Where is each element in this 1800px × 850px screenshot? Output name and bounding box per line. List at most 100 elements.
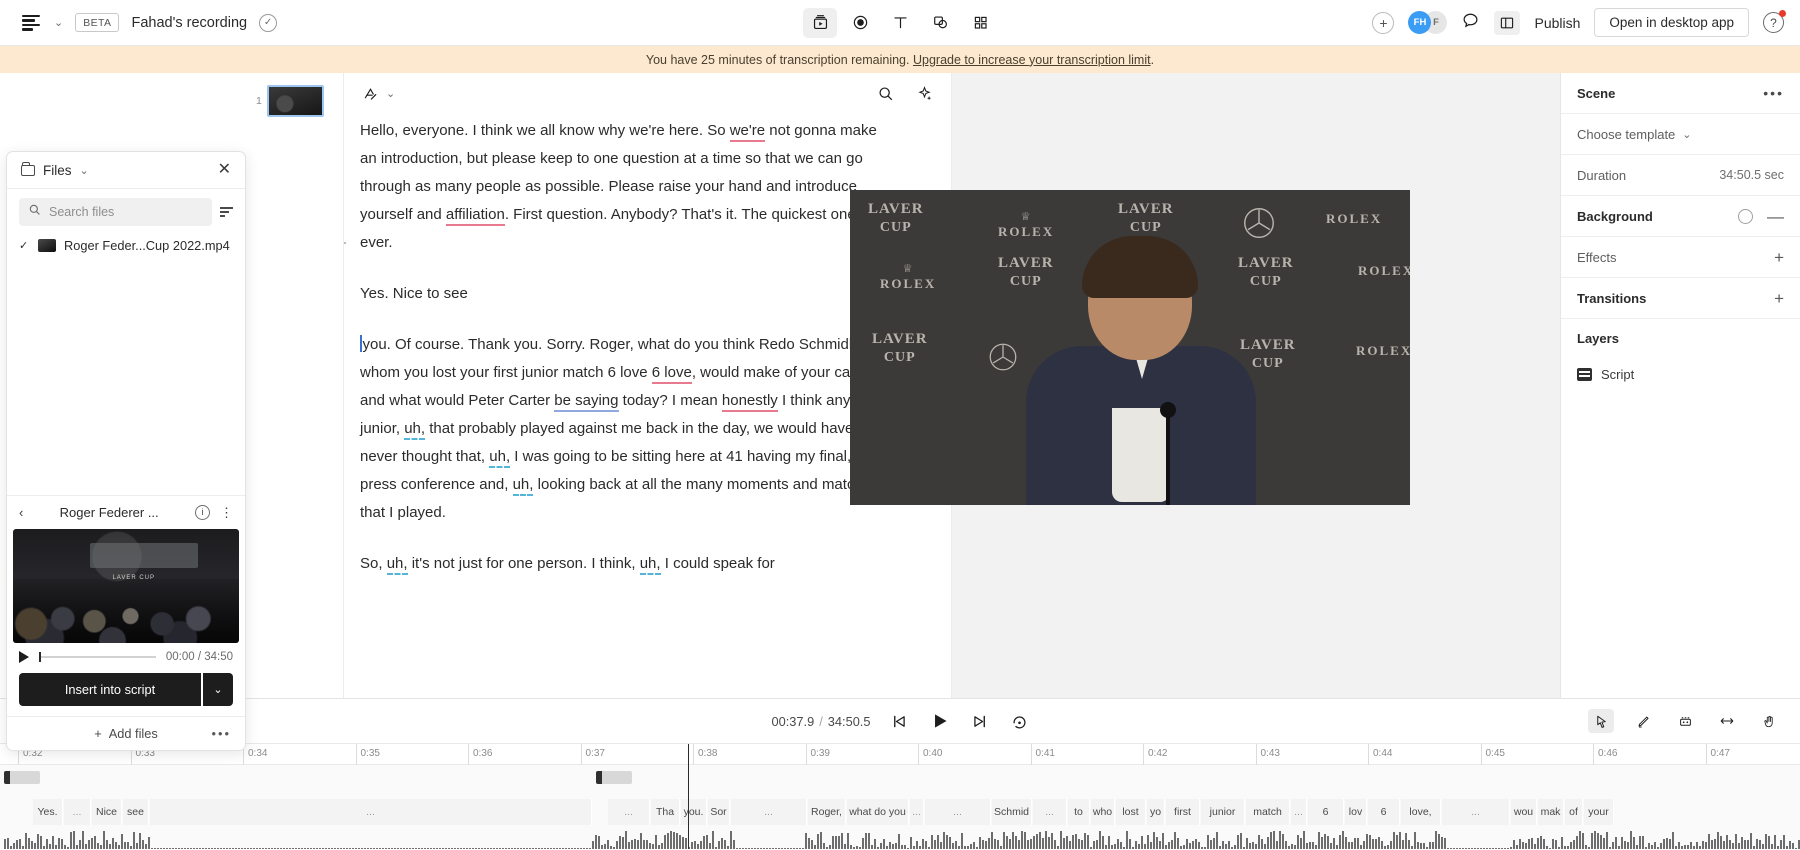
transcript-paragraph[interactable]: you. Of course. Thank you. Sorry. Roger,… (360, 331, 891, 527)
insert-into-script-button[interactable]: Insert into script (19, 673, 201, 706)
skip-back-icon[interactable] (890, 713, 907, 730)
word-chip[interactable]: lov (1345, 799, 1367, 825)
word-chip[interactable]: see (123, 799, 149, 825)
playhead[interactable] (688, 765, 689, 849)
transcript-text[interactable]: it's not just for one person. I think, (408, 555, 640, 572)
word-chip[interactable]: to (1068, 799, 1090, 825)
word-chip[interactable]: Yes. (33, 799, 63, 825)
word-chip[interactable]: Sor (708, 799, 730, 825)
transcript-text[interactable]: I was going to be sitting here at 41 hav… (510, 448, 855, 465)
word-chip[interactable]: ... (1442, 799, 1510, 825)
word-chip[interactable]: what do you (847, 799, 909, 825)
main-menu-icon[interactable] (22, 14, 42, 31)
word-chip[interactable]: wou (1511, 799, 1537, 825)
back-icon[interactable]: ‹ (19, 505, 23, 520)
marker-tool-icon[interactable] (1672, 709, 1698, 733)
cut-tool-icon[interactable] (1630, 709, 1656, 733)
transcript-paragraph[interactable]: ♪+ Hello, everyone. I think we all know w… (344, 117, 891, 257)
chevron-down-icon[interactable]: ⌄ (80, 164, 89, 177)
word-chip[interactable]: of (1565, 799, 1583, 825)
upgrade-link[interactable]: Upgrade to increase your transcription l… (913, 53, 1151, 67)
transcript-text[interactable]: today? I mean (619, 392, 722, 409)
spelling-error-word[interactable]: affiliation (445, 206, 505, 226)
waveform-track[interactable] (0, 827, 1800, 849)
info-icon[interactable]: i (195, 505, 210, 520)
chevron-down-icon[interactable]: ⌄ (386, 87, 395, 100)
avatar-group[interactable]: FH F (1408, 11, 1448, 34)
word-chip[interactable]: Schmid (992, 799, 1032, 825)
background-remove-icon[interactable]: — (1767, 208, 1784, 225)
word-chip[interactable]: you. (681, 799, 707, 825)
word-chip[interactable]: love, (1401, 799, 1441, 825)
search-files-box[interactable] (19, 198, 212, 226)
word-chip[interactable]: ... (150, 799, 592, 825)
word-chip[interactable]: 6 (1368, 799, 1400, 825)
transcript-paragraph[interactable]: So, uh, it's not just for one person. I … (360, 550, 891, 578)
word-track[interactable]: Yes.... Nice see...... Tha you. Sor... Roger, w… (0, 799, 1800, 825)
close-icon[interactable]: ✕ (218, 162, 231, 178)
clip-chip[interactable] (4, 771, 40, 784)
files-more-icon[interactable]: ••• (212, 726, 231, 741)
insert-options-chevron-down-icon[interactable]: ⌄ (203, 673, 233, 706)
layer-item-script[interactable]: Script (1561, 357, 1800, 391)
word-chip[interactable]: Tha (651, 799, 680, 825)
transcript-text[interactable]: I could speak for (661, 555, 775, 572)
record-icon[interactable] (843, 8, 877, 38)
file-preview-thumbnail[interactable]: LAVER CUP (13, 529, 239, 643)
word-chip[interactable]: Nice (92, 799, 122, 825)
word-chip[interactable]: ... (1033, 799, 1067, 825)
choose-template-row[interactable]: Choose template ⌄ (1561, 114, 1800, 155)
shapes-icon[interactable] (923, 8, 957, 38)
transcript-text[interactable]: So, (360, 555, 387, 572)
timeline-ruler[interactable]: 0:32 0:33 0:34 0:35 0:36 0:37 0:38 0:39 0:40 0:41… (0, 743, 1800, 766)
word-chip[interactable]: Roger, (808, 799, 846, 825)
play-icon[interactable] (19, 651, 29, 663)
open-desktop-app-button[interactable]: Open in desktop app (1594, 8, 1749, 37)
filler-word[interactable]: uh, (512, 476, 534, 496)
word-chip[interactable]: ... (64, 799, 91, 825)
word-chip[interactable]: yo (1147, 799, 1165, 825)
file-list-item[interactable]: ✓ Roger Feder...Cup 2022.mp4 (7, 232, 245, 259)
comment-icon[interactable] (1461, 11, 1480, 35)
files-title-group[interactable]: Files ⌄ (21, 161, 89, 178)
clip-header-track[interactable] (0, 771, 1800, 785)
background-color-swatch[interactable] (1738, 208, 1753, 224)
word-chip[interactable]: mak (1538, 799, 1564, 825)
word-chip[interactable]: junior (1201, 799, 1245, 825)
text-style-icon[interactable] (362, 85, 379, 102)
scenes-icon[interactable] (803, 7, 837, 38)
chevron-down-icon[interactable]: ⌄ (1682, 128, 1691, 141)
skip-forward-icon[interactable] (971, 713, 988, 730)
word-chip[interactable]: ... (1291, 799, 1307, 825)
filler-word[interactable]: uh, (489, 448, 511, 468)
scene-more-icon[interactable]: ••• (1763, 85, 1784, 101)
sparkle-ai-icon[interactable] (916, 85, 933, 102)
word-chip[interactable]: ... (608, 799, 650, 825)
preview-scrubber[interactable] (39, 652, 156, 662)
spelling-error-word[interactable]: honestly (721, 392, 778, 412)
grammar-suggestion-word[interactable]: be saying (554, 392, 619, 412)
word-chip[interactable]: ... (731, 799, 807, 825)
search-icon[interactable] (877, 85, 894, 102)
word-chip[interactable]: who (1091, 799, 1115, 825)
transcript-paragraph[interactable]: Yes. Nice to see (360, 280, 891, 308)
transcript-text[interactable]: Hello, everyone. I think we all know why… (360, 122, 730, 139)
filler-word[interactable]: uh, (386, 555, 408, 575)
apps-grid-icon[interactable] (963, 8, 997, 38)
paragraph-gutter[interactable]: ♪+ (344, 235, 347, 252)
word-chip[interactable]: 6 (1308, 799, 1344, 825)
timeline-tracks[interactable]: Yes.... Nice see...... Tha you. Sor... Roger, w… (0, 765, 1800, 849)
word-chip[interactable]: match (1246, 799, 1290, 825)
text-icon[interactable] (883, 8, 917, 38)
add-files-button[interactable]: + Add files (94, 726, 158, 741)
layout-panel-icon[interactable] (1494, 10, 1521, 35)
publish-button[interactable]: Publish (1534, 15, 1580, 31)
filler-word[interactable]: uh, (639, 555, 661, 575)
filler-word[interactable]: uh, (404, 420, 426, 440)
transcript-text[interactable]: Yes. Nice to see (360, 285, 468, 302)
chevron-down-icon[interactable]: ⌄ (54, 16, 63, 29)
add-collaborator-button[interactable]: + (1372, 11, 1395, 34)
add-transition-button[interactable]: + (1774, 290, 1784, 307)
spelling-error-word[interactable]: we're (729, 122, 766, 142)
word-chip[interactable]: first (1166, 799, 1200, 825)
